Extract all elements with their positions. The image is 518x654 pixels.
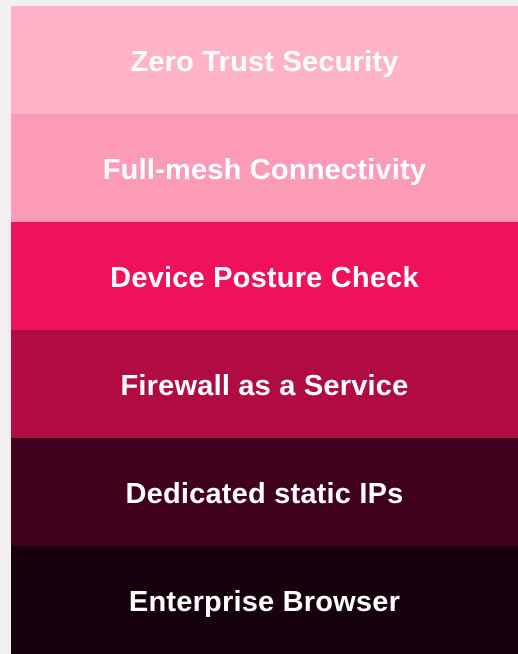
feature-label: Enterprise Browser: [128, 585, 401, 618]
feature-item-full-mesh-connectivity[interactable]: Full-mesh Connectivity: [11, 114, 518, 222]
feature-item-firewall-as-a-service[interactable]: Firewall as a Service: [11, 330, 518, 438]
feature-item-device-posture-check[interactable]: Device Posture Check: [11, 222, 518, 330]
feature-label: Firewall as a Service: [120, 369, 409, 402]
feature-label: Full-mesh Connectivity: [102, 153, 427, 186]
feature-label: Device Posture Check: [110, 261, 419, 294]
feature-item-enterprise-browser[interactable]: Enterprise Browser: [11, 546, 518, 654]
feature-label: Dedicated static IPs: [125, 477, 404, 510]
feature-item-zero-trust-security[interactable]: Zero Trust Security: [11, 6, 518, 114]
feature-item-dedicated-static-ips[interactable]: Dedicated static IPs: [11, 438, 518, 546]
feature-list: Zero Trust Security Full-mesh Connectivi…: [11, 6, 518, 654]
feature-label: Zero Trust Security: [130, 45, 399, 78]
